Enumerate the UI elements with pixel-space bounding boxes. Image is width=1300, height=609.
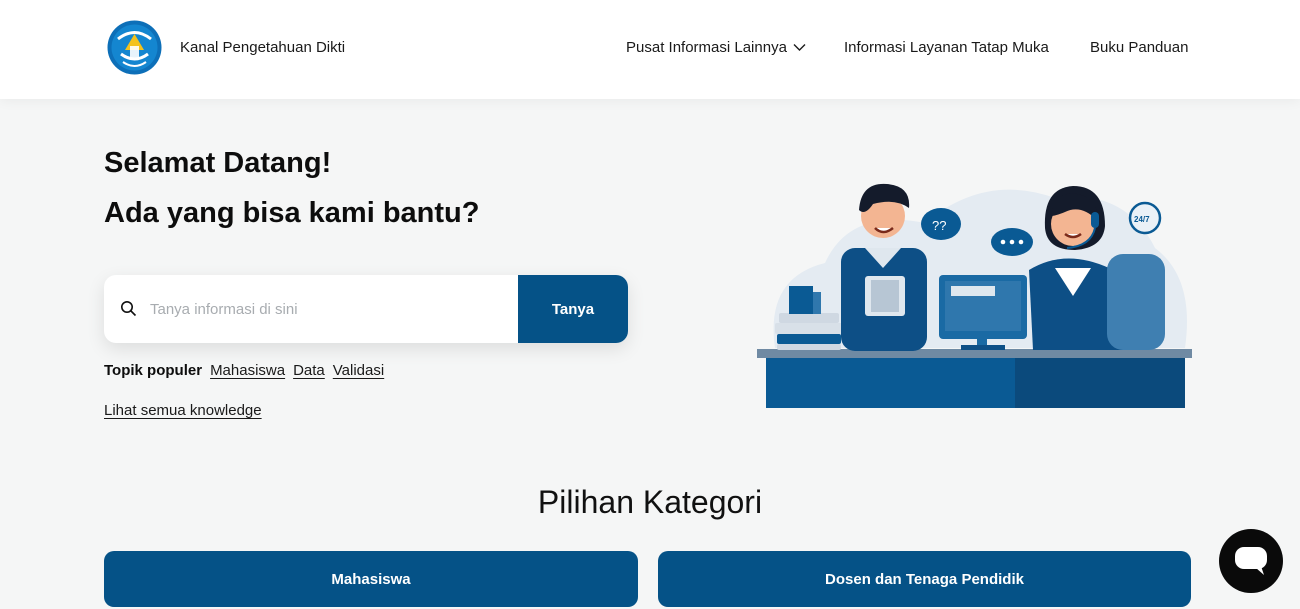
top-header: Kanal Pengetahuan Dikti Pusat Informasi … (0, 0, 1300, 99)
popular-topics-label: Topik populer (104, 362, 203, 379)
chat-widget-button[interactable] (1219, 529, 1283, 593)
nav-pusat-informasi-dropdown[interactable]: Pusat Informasi Lainnya (626, 39, 806, 56)
search-icon (121, 301, 137, 317)
customer-service-illustration: ?? 24/7 (757, 183, 1192, 408)
chat-icon (1235, 547, 1267, 575)
hero-title-line-1: Selamat Datang! (104, 147, 332, 179)
ask-button[interactable]: Tanya (518, 275, 628, 343)
brand-name[interactable]: Kanal Pengetahuan Dikti (180, 39, 345, 56)
search-box: Tanya (104, 275, 628, 343)
bubble-question-text: ?? (932, 218, 946, 233)
category-mahasiswa-button[interactable]: Mahasiswa (104, 551, 638, 607)
topic-link-validasi[interactable]: Validasi (333, 362, 384, 379)
chevron-down-icon (793, 44, 806, 51)
popular-topics: Topik populer Mahasiswa Data Validasi (104, 362, 384, 379)
clock-24-7-text: 24/7 (1134, 215, 1150, 224)
category-section-title: Pilihan Kategori (537, 484, 763, 520)
nav-pusat-informasi-label: Pusat Informasi Lainnya (626, 39, 787, 56)
tut-wuri-handayani-logo[interactable] (107, 20, 162, 75)
nav-layanan-tatap-muka[interactable]: Informasi Layanan Tatap Muka (844, 39, 1049, 56)
category-dosen-button[interactable]: Dosen dan Tenaga Pendidik (658, 551, 1191, 607)
nav-buku-panduan[interactable]: Buku Panduan (1090, 39, 1188, 56)
search-input[interactable] (150, 275, 516, 343)
hero-title: Selamat Datang! Ada yang bisa kami bantu… (104, 138, 479, 238)
see-all-knowledge-link[interactable]: Lihat semua knowledge (104, 402, 262, 419)
topic-link-data[interactable]: Data (293, 362, 325, 379)
topic-link-mahasiswa[interactable]: Mahasiswa (210, 362, 285, 379)
hero-title-line-2: Ada yang bisa kami bantu? (104, 197, 480, 229)
